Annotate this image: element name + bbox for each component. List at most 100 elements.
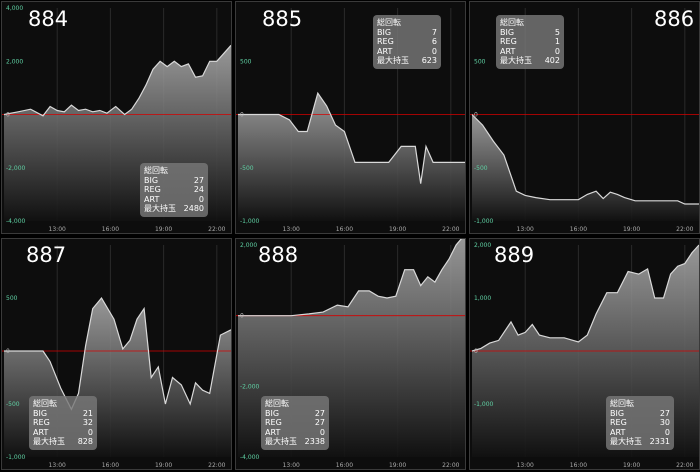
stats-label: ART: [377, 46, 393, 56]
stats-row-reg: REG 32: [33, 418, 93, 428]
x-tick-label: 16:00: [336, 462, 353, 469]
machine-number: 885: [262, 7, 303, 31]
y-tick-label: 2,000: [240, 242, 257, 249]
stats-value: 2338: [304, 437, 325, 447]
stats-title: 総回転: [265, 399, 289, 408]
stats-label: 最大持玉: [610, 437, 642, 447]
chart-panel-889: 2,000 1,000 0 -1,000 13:00 16:00 19:00 22:00 889…: [469, 238, 700, 470]
stats-label: REG: [33, 418, 50, 428]
stats-title: 総回転: [610, 399, 634, 408]
stats-box: 総回転 BIG 27 REG 24 ART 0 最大持玉 2480: [140, 163, 208, 217]
stats-value: 27: [659, 408, 670, 418]
stats-box: 総回転 BIG 27 REG 30 ART 0 最大持玉 2331: [606, 396, 674, 450]
stats-value: 21: [82, 408, 93, 418]
y-tick-label: 0: [240, 112, 244, 119]
chart-panel-886: 500 0 -500 -1,000 13:00 16:00 19:00 22:00 886 総回転…: [469, 1, 700, 234]
stats-label: BIG: [144, 175, 159, 185]
stats-row-big: BIG 7: [377, 28, 437, 38]
y-tick-label: 4,000: [6, 5, 23, 12]
stats-label: ART: [500, 46, 516, 56]
stats-row-reg: REG 24: [144, 185, 204, 195]
stats-value: 0: [319, 427, 325, 437]
x-tick-label: 22:00: [208, 462, 225, 469]
y-tick-label: -1,000: [474, 401, 494, 408]
machine-number: 887: [26, 243, 67, 267]
stats-row-big: BIG 27: [610, 409, 670, 419]
chart-panel-885: 500 0 -500 -1,000 13:00 16:00 19:00 22:00 885 総回転…: [235, 1, 466, 234]
x-tick-label: 16:00: [102, 226, 119, 233]
stats-label: ART: [144, 194, 160, 204]
x-tick-label: 16:00: [102, 462, 119, 469]
stats-label: BIG: [265, 408, 280, 418]
stats-value: 0: [87, 427, 93, 437]
x-tick-label: 13:00: [283, 226, 300, 233]
stats-row-art: ART 0: [377, 47, 437, 57]
stats-label: 最大持玉: [33, 437, 65, 447]
y-tick-label: 0: [474, 348, 478, 355]
chart-panel-884: 4,000 2,000 0 -2,000 -4,000 13:00 16:00 19:00 22…: [1, 1, 232, 234]
y-tick-label: 0: [6, 112, 10, 119]
stats-value: 32: [82, 418, 93, 428]
stats-label: REG: [500, 37, 517, 47]
stats-row-art: ART 0: [265, 428, 325, 438]
stats-box: 総回転 BIG 7 REG 6 ART 0 最大持玉 623: [373, 15, 441, 69]
chart-grid: 4,000 2,000 0 -2,000 -4,000 13:00 16:00 19:00 22…: [0, 0, 700, 472]
stats-row-art: ART 0: [610, 428, 670, 438]
stats-value: 5: [554, 27, 560, 37]
stats-label: 最大持玉: [377, 56, 409, 66]
series-area: [472, 114, 699, 221]
stats-row-reg: REG 1: [500, 37, 560, 47]
y-tick-label: 2,000: [6, 58, 23, 65]
x-tick-label: 16:00: [336, 226, 353, 233]
x-tick-label: 16:00: [570, 462, 587, 469]
stats-value: 24: [193, 185, 204, 195]
y-tick-label: -1,000: [240, 218, 260, 225]
x-tick-label: 22:00: [208, 226, 225, 233]
x-tick-label: 19:00: [389, 226, 406, 233]
y-tick-label: -4,000: [6, 218, 26, 225]
stats-label: 最大持玉: [500, 56, 532, 66]
stats-row-max: 最大持玉 402: [500, 56, 560, 66]
y-tick-label: -4,000: [240, 454, 260, 461]
stats-label: 最大持玉: [265, 437, 297, 447]
machine-number: 888: [258, 243, 299, 267]
stats-value: 6: [431, 37, 437, 47]
stats-label: REG: [265, 418, 282, 428]
x-tick-label: 16:00: [570, 226, 587, 233]
y-tick-label: -1,000: [474, 218, 494, 225]
stats-row-reg: REG 30: [610, 418, 670, 428]
stats-title: 総回転: [500, 18, 524, 27]
y-tick-label: -500: [6, 401, 20, 408]
x-tick-label: 13:00: [517, 462, 534, 469]
y-tick-label: 500: [6, 295, 18, 302]
stats-label: BIG: [377, 27, 392, 37]
stats-value: 828: [77, 437, 93, 447]
stats-label: BIG: [500, 27, 515, 37]
stats-row-max: 最大持玉 623: [377, 56, 437, 66]
chart-panel-887: 500 0 -500 -1,000 13:00 16:00 19:00 22:00 887 総回転…: [1, 238, 232, 470]
stats-row-reg: REG 6: [377, 37, 437, 47]
stats-value: 30: [659, 418, 670, 428]
stats-value: 7: [431, 27, 437, 37]
machine-number: 889: [494, 243, 535, 267]
y-tick-label: 1,000: [474, 295, 491, 302]
stats-value: 1: [554, 37, 560, 47]
y-tick-label: -2,000: [240, 383, 260, 390]
stats-value: 27: [193, 175, 204, 185]
stats-label: REG: [610, 418, 627, 428]
x-tick-label: 19:00: [623, 226, 640, 233]
stats-row-reg: REG 27: [265, 418, 325, 428]
stats-row-big: BIG 27: [265, 409, 325, 419]
stats-label: 最大持玉: [144, 204, 176, 214]
x-tick-label: 19:00: [389, 462, 406, 469]
stats-row-max: 最大持玉 828: [33, 437, 93, 447]
stats-label: ART: [265, 427, 281, 437]
stats-row-art: ART 0: [500, 47, 560, 57]
x-tick-label: 19:00: [155, 462, 172, 469]
stats-label: BIG: [610, 408, 625, 418]
stats-label: BIG: [33, 408, 48, 418]
stats-row-big: BIG 27: [144, 176, 204, 186]
x-tick-label: 13:00: [283, 462, 300, 469]
stats-box: 総回転 BIG 27 REG 27 ART 0 最大持玉 2338: [261, 396, 329, 450]
y-tick-label: -2,000: [6, 165, 26, 172]
